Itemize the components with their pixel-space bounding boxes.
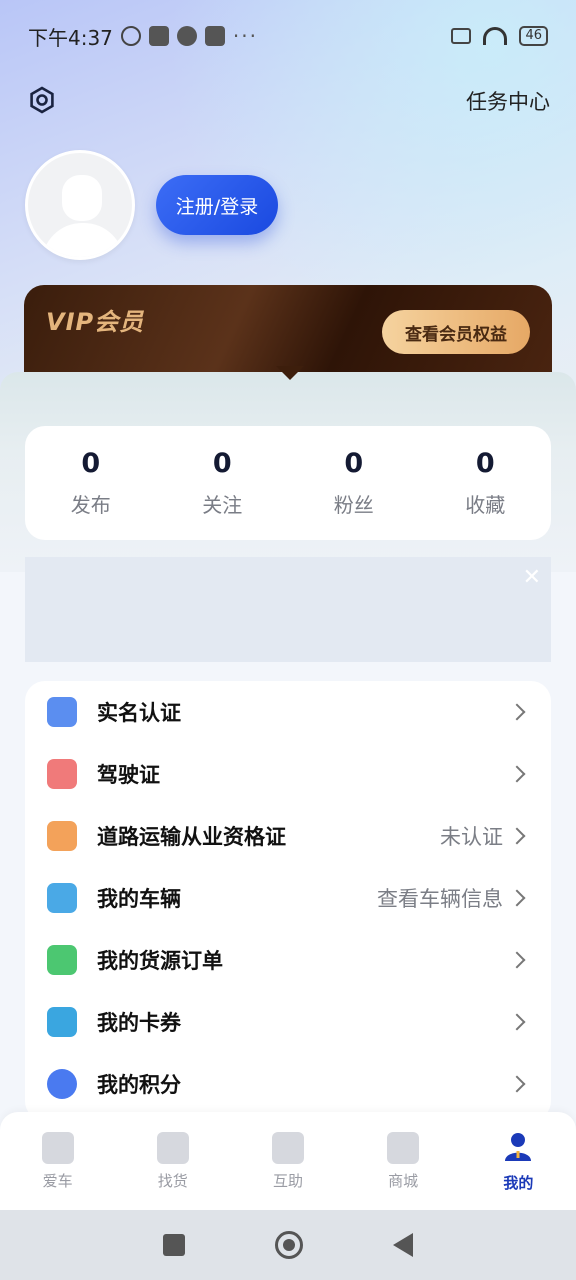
login-register-button[interactable]: 注册/登录 (156, 175, 278, 235)
avatar[interactable] (25, 150, 135, 260)
stat-label: 关注 (202, 493, 243, 517)
avatar-body (42, 223, 124, 257)
menu-item-label: 实名认证 (97, 701, 181, 725)
cargo-order-icon (47, 945, 77, 975)
points-icon (47, 1069, 77, 1099)
back-icon[interactable] (393, 1233, 413, 1257)
driver-license-icon (47, 759, 77, 789)
status-bar: 下午4:37 ··· 46 (0, 0, 576, 72)
menu-item-transport-license[interactable]: 道路运输从业资格证 未认证 (25, 805, 551, 867)
vip-title: VIP会员 (46, 308, 145, 336)
tab-label: 爱车 (42, 1171, 73, 1190)
close-icon[interactable]: ✕ (523, 565, 541, 590)
chevron-right-icon (508, 951, 526, 969)
stat-number: 0 (212, 448, 232, 479)
menu-item-driver-license[interactable]: 驾驶证 (25, 743, 551, 805)
chevron-right-icon (508, 1013, 526, 1031)
view-vip-benefits-button[interactable]: 查看会员权益 (382, 310, 530, 354)
status-right: 46 (451, 26, 548, 46)
menu-item-real-name[interactable]: 实名认证 (25, 681, 551, 743)
menu-item-cargo-orders[interactable]: 我的货源订单 (25, 929, 551, 991)
chat-icon (271, 1131, 304, 1164)
menu-item-value: 查看车辆信息 (377, 887, 503, 911)
user-icon (505, 1132, 532, 1161)
menu-item-label: 我的车辆 (97, 887, 181, 911)
app-notification-icon (148, 26, 169, 46)
menu-item-points[interactable]: 我的积分 (25, 1053, 551, 1115)
settings-icon[interactable] (28, 86, 56, 114)
tab-label: 找货 (157, 1171, 188, 1190)
menu-item-value: 未认证 (440, 825, 503, 849)
check-circle-icon (176, 26, 197, 46)
menu-item-label: 我的积分 (97, 1073, 181, 1097)
status-time: 下午4:37 (28, 25, 113, 50)
stat-number: 0 (81, 448, 101, 479)
battery-icon: 46 (519, 26, 548, 46)
bottom-tab-bar: 爱车 找货 互助 商城 我的 (0, 1112, 576, 1210)
task-center-link[interactable]: 任务中心 (466, 86, 550, 116)
menu-list: 实名认证 驾驶证 道路运输从业资格证 未认证 我的车辆 查看车辆信息 我的货源订… (25, 681, 551, 1121)
chevron-right-icon (508, 765, 526, 783)
menu-item-coupons[interactable]: 我的卡券 (25, 991, 551, 1053)
shop-bag-icon (387, 1131, 420, 1164)
menu-item-label: 我的货源订单 (97, 949, 223, 973)
wifi-icon (483, 27, 508, 45)
chevron-right-icon (508, 827, 526, 845)
truck-icon (47, 883, 77, 913)
tab-find-cargo[interactable]: 找货 (123, 1131, 223, 1191)
tab-mutual-help[interactable]: 互助 (238, 1131, 338, 1191)
stat-label: 粉丝 (333, 493, 374, 517)
chevron-right-icon (508, 1075, 526, 1093)
coupon-icon (47, 1007, 77, 1037)
stat-fans[interactable]: 0 粉丝 (294, 448, 414, 518)
avatar-head (62, 175, 102, 221)
status-left: 下午4:37 ··· (28, 22, 258, 51)
recent-apps-icon[interactable] (163, 1234, 185, 1256)
menu-item-my-vehicle[interactable]: 我的车辆 查看车辆信息 (25, 867, 551, 929)
menu-item-label: 我的卡券 (97, 1011, 181, 1035)
app-notification-icon-2 (204, 26, 225, 46)
mute-icon (120, 26, 141, 46)
tab-label: 互助 (272, 1171, 303, 1190)
stat-following[interactable]: 0 关注 (162, 448, 282, 518)
car-icon (41, 1131, 74, 1164)
vip-card-pointer (276, 366, 304, 380)
tab-mine[interactable]: 我的 (468, 1130, 568, 1193)
stat-label: 发布 (70, 493, 111, 517)
ad-banner[interactable]: ✕ (25, 557, 551, 662)
stats-card: 0 发布 0 关注 0 粉丝 0 收藏 (25, 426, 551, 540)
menu-item-label: 驾驶证 (97, 763, 160, 787)
chevron-right-icon (508, 889, 526, 907)
tab-car[interactable]: 爱车 (8, 1131, 108, 1191)
system-nav-bar (0, 1210, 576, 1280)
box-icon (156, 1131, 189, 1164)
stat-publish[interactable]: 0 发布 (31, 448, 151, 518)
home-icon[interactable] (275, 1231, 303, 1259)
tab-label: 我的 (503, 1173, 534, 1192)
id-verify-icon (47, 697, 77, 727)
stat-number: 0 (344, 448, 364, 479)
stat-number: 0 (475, 448, 495, 479)
tab-label: 商城 (388, 1171, 419, 1190)
transport-license-icon (47, 821, 77, 851)
menu-item-label: 道路运输从业资格证 (97, 825, 286, 849)
more-notifications-icon: ··· (232, 24, 258, 48)
stat-favorites[interactable]: 0 收藏 (425, 448, 545, 518)
chevron-right-icon (508, 703, 526, 721)
no-sim-icon (451, 28, 472, 44)
tab-mall[interactable]: 商城 (353, 1131, 453, 1191)
stat-label: 收藏 (465, 493, 506, 517)
